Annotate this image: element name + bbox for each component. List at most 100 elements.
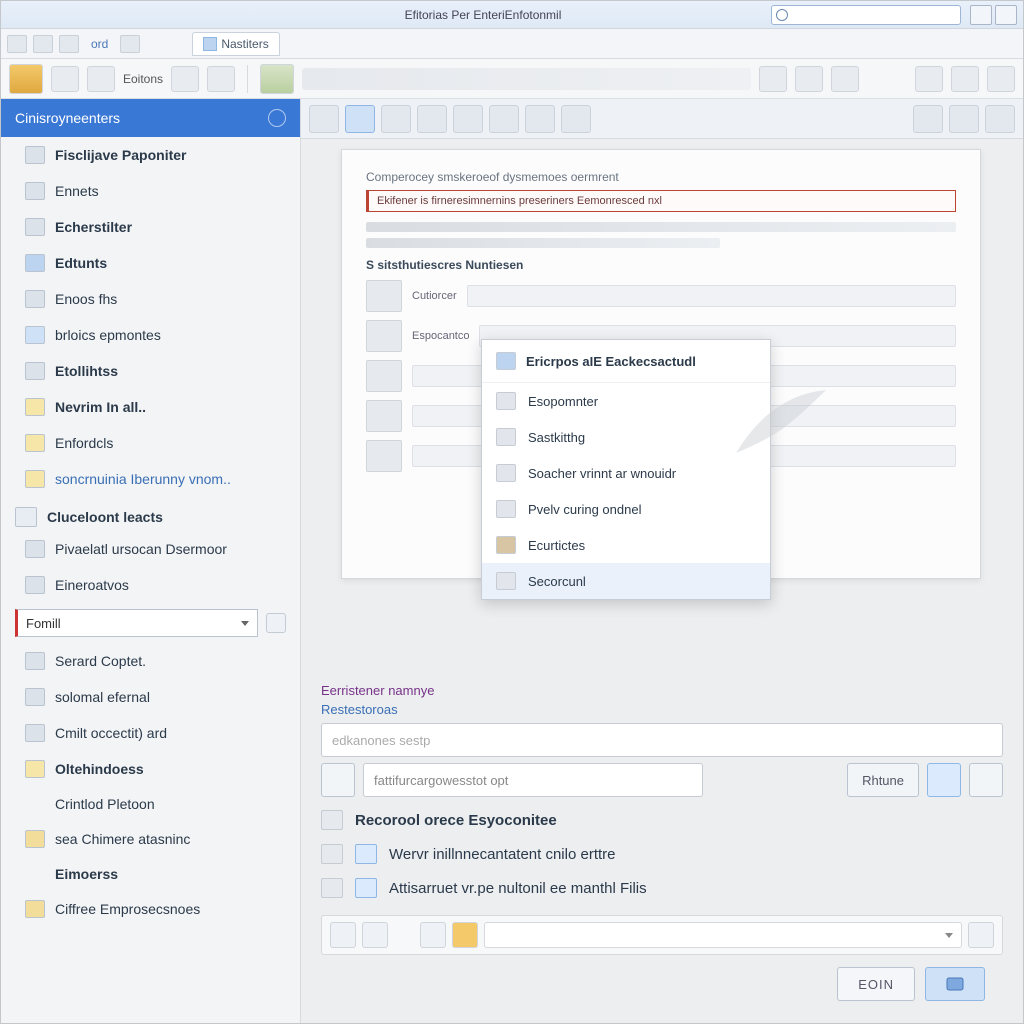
qat-icon-3[interactable] [59, 35, 79, 53]
tb-btn-10[interactable] [949, 105, 979, 133]
tb-btn-4[interactable] [417, 105, 447, 133]
form-label-2: Restestoroas [321, 702, 1003, 717]
sidebar-lower-5[interactable]: sea Chimere atasninc [1, 821, 300, 857]
confirm-icon [946, 977, 964, 991]
popup-item-1[interactable]: Sastkitthg [482, 419, 770, 455]
tb-btn-3[interactable] [381, 105, 411, 133]
sidebar-coll-0[interactable]: Pivaelatl ursocan Dsermoor [1, 531, 300, 567]
sidebar-lower-2[interactable]: Cmilt occectit) ard [1, 715, 300, 751]
popup-title-row: Ericrpos aIE Eackecsactudl [482, 340, 770, 383]
tb-btn-1[interactable] [309, 105, 339, 133]
ribbon-btn-3[interactable] [171, 66, 199, 92]
form-label-1: Eerristener namnye [321, 683, 1003, 698]
ribbon: Eoitons [1, 59, 1023, 99]
title-search[interactable] [771, 5, 961, 25]
sidebar-header-label: Cinisroyneenters [15, 110, 120, 126]
mini-btn-2[interactable] [362, 922, 388, 948]
thumb-icon [366, 280, 402, 312]
doc-text-line [366, 222, 956, 232]
option-row-2[interactable]: Wervr inillnnecantatent cnilo erttre [321, 837, 1003, 871]
tb-btn-5[interactable] [453, 105, 483, 133]
search-field-1[interactable]: edkanones sestp [321, 723, 1003, 757]
sidebar-lower-7[interactable]: Ciffree Emprosecsnoes [1, 891, 300, 927]
grid-icon [25, 326, 45, 344]
sidebar-item-9[interactable]: soncrnuinia Iberunny vnom.. [1, 461, 300, 497]
document-area: Comperocey smskeroeof dysmemoes oermrent… [301, 139, 1023, 667]
sidebar-lower-6[interactable]: Eimoerss [1, 857, 300, 891]
mini-dropdown[interactable] [484, 922, 962, 948]
option-row-3[interactable]: Attisarruet vr.pe nultonil ee manthl Fil… [321, 871, 1003, 905]
sidebar-coll-1[interactable]: Eineroatvos [1, 567, 300, 603]
chevron-down-icon [945, 933, 953, 938]
mini-btn-1[interactable] [330, 922, 356, 948]
combo-action-icon[interactable] [266, 613, 286, 633]
cancel-button[interactable]: EOIN [837, 967, 915, 1001]
ribbon-btn-8[interactable] [831, 66, 859, 92]
popup-item-4[interactable]: Ecurtictes [482, 527, 770, 563]
ribbon-btn-7[interactable] [795, 66, 823, 92]
tab-main[interactable]: Nastiters [192, 32, 279, 56]
note-icon [25, 470, 45, 488]
ribbon-btn-1[interactable] [51, 66, 79, 92]
qat-icon-1[interactable] [7, 35, 27, 53]
folder-icon [25, 900, 45, 918]
filter-button[interactable]: Rhtune [847, 763, 919, 797]
thumb-icon [366, 320, 402, 352]
ribbon-btn-5[interactable] [260, 64, 294, 94]
sidebar-combo[interactable]: Fomill [15, 609, 258, 637]
page-icon [355, 844, 377, 864]
ok-button[interactable] [925, 967, 985, 1001]
sidebar-item-5[interactable]: brloics epmontes [1, 317, 300, 353]
sidebar-item-3[interactable]: Edtunts [1, 245, 300, 281]
ribbon-btn-4[interactable] [207, 66, 235, 92]
tb-btn-2[interactable] [345, 105, 375, 133]
mini-btn-4[interactable] [452, 922, 478, 948]
popup-item-3[interactable]: Pvelv curing ondnel [482, 491, 770, 527]
qat-icon-2[interactable] [33, 35, 53, 53]
ribbon-btn-6[interactable] [759, 66, 787, 92]
sidebar-item-2[interactable]: Echerstilter [1, 209, 300, 245]
page-icon [321, 844, 343, 864]
tb-btn-7[interactable] [525, 105, 555, 133]
ribbon-label-editors: Eoitons [123, 72, 163, 86]
sidebar-lower-3[interactable]: Oltehindoess [1, 751, 300, 787]
title-btn-1[interactable] [970, 5, 992, 25]
tb-btn-11[interactable] [985, 105, 1015, 133]
sidebar-item-1[interactable]: Ennets [1, 173, 300, 209]
ribbon-paste-icon[interactable] [9, 64, 43, 94]
option-row-1[interactable]: Recorool orece Esyoconitee [321, 803, 1003, 837]
mini-btn-5[interactable] [968, 922, 994, 948]
sidebar-item-4[interactable]: Enoos fhs [1, 281, 300, 317]
sidebar-item-7[interactable]: Nevrim In all.. [1, 389, 300, 425]
popup-item-5[interactable]: Secorcunl [482, 563, 770, 599]
popup-item-2[interactable]: Soacher vrinnt ar wnouidr [482, 455, 770, 491]
ribbon-btn-9[interactable] [915, 66, 943, 92]
box-icon [496, 536, 516, 554]
ribbon-btn-2[interactable] [87, 66, 115, 92]
sidebar-group-collection[interactable]: Cluceloont leacts [1, 497, 300, 531]
layers-icon [25, 362, 45, 380]
sidebar-item-6[interactable]: Etollihtss [1, 353, 300, 389]
tb-btn-8[interactable] [561, 105, 591, 133]
sidebar-lower-0[interactable]: Serard Coptet. [1, 643, 300, 679]
ribbon-btn-10[interactable] [951, 66, 979, 92]
title-btn-2[interactable] [995, 5, 1017, 25]
ribbon-btn-11[interactable] [987, 66, 1015, 92]
field-action-2[interactable] [969, 763, 1003, 797]
search-field-2[interactable]: fattifurcargowesstot opt [363, 763, 703, 797]
tb-btn-9[interactable] [913, 105, 943, 133]
sidebar-item-8[interactable]: Enfordcls [1, 425, 300, 461]
doc-section: S sitsthutiescres Nuntiesen [366, 258, 956, 272]
popup-item-0[interactable]: Esopomnter [482, 383, 770, 419]
sidebar-lower-4[interactable]: Crintlod Pletoon [1, 787, 300, 821]
field-prefix-icon[interactable] [321, 763, 355, 797]
sidebar-lower-1[interactable]: solomal efernal [1, 679, 300, 715]
mini-btn-3[interactable] [420, 922, 446, 948]
field-action-1[interactable] [927, 763, 961, 797]
sidebar-item-0[interactable]: Fisclijave Paponiter [1, 137, 300, 173]
tb-btn-6[interactable] [489, 105, 519, 133]
refresh-icon[interactable] [268, 109, 286, 127]
item-icon [25, 576, 45, 594]
note-icon [25, 760, 45, 778]
qat-icon-4[interactable] [120, 35, 140, 53]
